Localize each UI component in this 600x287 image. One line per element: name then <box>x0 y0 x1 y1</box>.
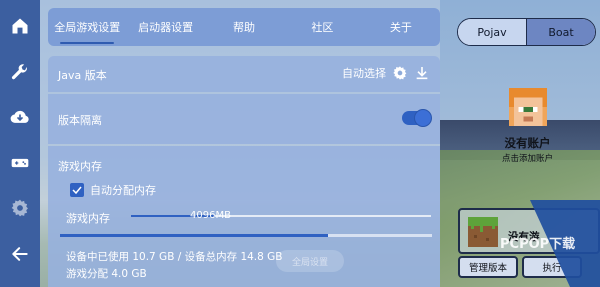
version-isolation-toggle[interactable] <box>402 109 432 127</box>
sidebar-item-back[interactable] <box>7 242 33 267</box>
tab-help[interactable]: 帮助 <box>205 8 283 46</box>
memory-slider[interactable] <box>131 215 431 217</box>
version-isolation-row: 版本隔离 <box>48 94 440 144</box>
avatar[interactable] <box>509 88 547 126</box>
arrow-left-icon <box>12 246 28 261</box>
sidebar-item-settings[interactable] <box>7 196 33 221</box>
gear-icon <box>11 199 28 217</box>
home-icon <box>12 18 28 34</box>
tab-global-game-settings[interactable]: 全局游戏设置 <box>48 8 126 46</box>
memory-slider-label: 游戏内存 <box>66 212 110 225</box>
game-memory-title: 游戏内存 <box>58 160 102 173</box>
toggle-knob <box>414 109 432 127</box>
java-version-row: Java 版本 自动选择 <box>48 56 440 92</box>
checkmark-icon <box>72 186 82 195</box>
gear-icon[interactable] <box>392 65 408 81</box>
memory-slider-value: 4096MB <box>190 210 231 221</box>
java-auto-select-button[interactable]: 自动选择 <box>342 65 386 81</box>
device-memory-info: 设备中已使用 10.7 GB / 设备总内存 14.8 GB <box>66 251 283 263</box>
memory-usage-bar <box>60 234 432 237</box>
settings-panel: 全局游戏设置 启动器设置 帮助 社区 关于 Java 版本 自动选择 版本隔离 … <box>40 0 440 287</box>
tab-about[interactable]: 关于 <box>362 8 440 46</box>
java-version-controls: 自动选择 <box>342 65 430 81</box>
cloud-download-icon <box>10 111 29 124</box>
account-name: 没有账户 <box>504 136 551 150</box>
java-version-label: Java 版本 <box>58 69 107 82</box>
sidebar-item-home[interactable] <box>7 14 33 39</box>
game-alloc-info: 游戏分配 4.0 GB <box>66 268 147 280</box>
global-settings-ghost-button[interactable]: 全局设置 <box>276 250 344 272</box>
memory-usage-fill <box>60 234 328 237</box>
sidebar <box>0 0 40 287</box>
gamepad-icon <box>11 158 29 167</box>
sidebar-item-controls[interactable] <box>7 151 33 176</box>
sidebar-item-tools[interactable] <box>7 60 33 85</box>
launcher-panel: Pojav Boat 没有账户 点击添加账户 没有游 管理版本 执行 PCPOP… <box>440 0 600 287</box>
sidebar-item-download[interactable] <box>7 105 33 130</box>
settings-tabs: 全局游戏设置 启动器设置 帮助 社区 关于 <box>48 8 440 46</box>
launcher-mode-switch: Pojav Boat <box>457 18 596 46</box>
game-memory-section: 游戏内存 自动分配内存 游戏内存 4096MB 设备中已使用 10.7 GB /… <box>48 146 440 287</box>
tab-launcher-settings[interactable]: 启动器设置 <box>126 8 204 46</box>
account-hint[interactable]: 点击添加账户 <box>440 152 600 164</box>
pcpop-watermark-logo: PCPOP下载 <box>500 200 600 287</box>
segment-boat[interactable]: Boat <box>526 19 595 45</box>
auto-alloc-label: 自动分配内存 <box>90 184 156 197</box>
svg-text:PCPOP下载: PCPOP下载 <box>500 236 575 252</box>
auto-alloc-row[interactable]: 自动分配内存 <box>70 182 156 198</box>
segment-pojav[interactable]: Pojav <box>458 19 526 45</box>
wrench-icon <box>11 64 27 79</box>
auto-alloc-checkbox[interactable] <box>70 183 84 197</box>
version-isolation-label: 版本隔离 <box>58 114 102 127</box>
tab-community[interactable]: 社区 <box>283 8 361 46</box>
download-icon[interactable] <box>414 65 430 81</box>
